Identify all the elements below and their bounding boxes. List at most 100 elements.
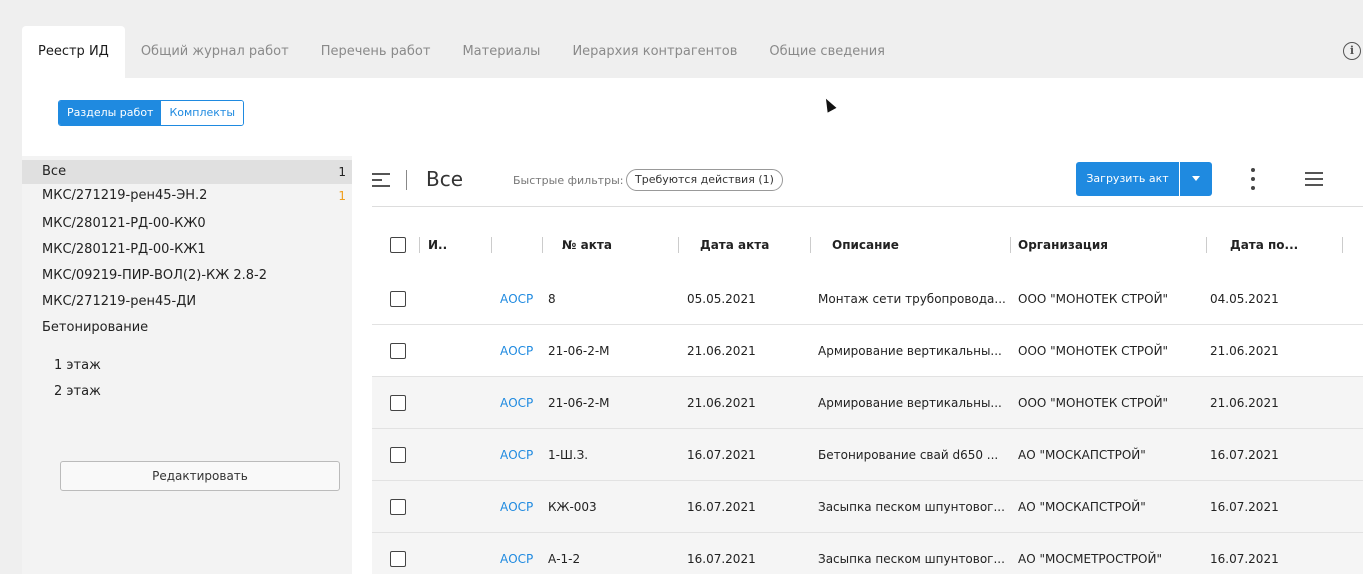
quick-filters-label: Быстрые фильтры:: [513, 174, 624, 187]
table-row[interactable]: АОСР 8 05.05.2021 Монтаж сети трубопрово…: [372, 273, 1363, 325]
column-separator: [678, 237, 679, 253]
act-number: КЖ-003: [548, 500, 597, 514]
tree-item[interactable]: МКС/280121-РД-00-КЖ1: [22, 238, 352, 262]
column-separator: [810, 237, 811, 253]
table-row[interactable]: АОСР А-1-2 16.07.2021 Засыпка песком шпу…: [372, 533, 1363, 574]
act-date-signed: 16.07.2021: [1210, 552, 1279, 566]
column-separator: [542, 237, 543, 253]
act-description: Монтаж сети трубопровода...: [818, 292, 1006, 306]
act-number: А-1-2: [548, 552, 581, 566]
info-icon[interactable]: i: [1343, 42, 1361, 60]
act-date: 16.07.2021: [687, 552, 756, 566]
column-header-type[interactable]: И..: [428, 217, 447, 273]
column-separator: [491, 237, 492, 253]
act-description: Засыпка песком шпунтовог...: [818, 500, 1005, 514]
act-type-link[interactable]: АОСР: [500, 429, 533, 481]
act-description: Засыпка песком шпунтовог...: [818, 552, 1005, 566]
act-date-signed: 04.05.2021: [1210, 292, 1279, 306]
tab-contractor-hierarchy[interactable]: Иерархия контрагентов: [556, 26, 753, 78]
table-row[interactable]: АОСР 21-06-2-М 21.06.2021 Армирование ве…: [372, 325, 1363, 377]
row-checkbox[interactable]: [390, 395, 406, 411]
select-all-checkbox[interactable]: [390, 237, 406, 253]
tab-work-list[interactable]: Перечень работ: [305, 26, 447, 78]
column-header-description[interactable]: Описание: [832, 217, 899, 273]
tree-item-all[interactable]: Все 1: [22, 160, 352, 184]
act-date-signed: 16.07.2021: [1210, 448, 1279, 462]
tab-general-journal[interactable]: Общий журнал работ: [125, 26, 305, 78]
act-type-link[interactable]: АОСР: [500, 533, 533, 574]
column-separator: [419, 237, 420, 253]
upload-act-button[interactable]: Загрузить акт: [1076, 162, 1179, 196]
view-title: Все: [426, 167, 464, 191]
tree-item[interactable]: МКС/09219-ПИР-ВОЛ(2)-КЖ 2.8-2: [22, 264, 352, 288]
tree-item-label: Все: [42, 164, 67, 179]
column-header-act-number[interactable]: № акта: [562, 217, 612, 273]
act-description: Армирование вертикальны...: [818, 396, 1002, 410]
act-date: 16.07.2021: [687, 448, 756, 462]
table-row[interactable]: АОСР 1-Ш.З. 16.07.2021 Бетонирование сва…: [372, 429, 1363, 481]
table-header: И.. № акта Дата акта Описание Организаци…: [372, 217, 1363, 273]
main-content: Разделы работ Комплекты Все 1 МКС/271219…: [22, 78, 1363, 574]
act-type-link[interactable]: АОСР: [500, 377, 533, 429]
sections-tree: Все 1 МКС/271219-рен45-ЭН.2 1 МКС/280121…: [22, 156, 352, 574]
acts-table: И.. № акта Дата акта Описание Организаци…: [372, 206, 1363, 574]
act-date-signed: 21.06.2021: [1210, 344, 1279, 358]
tree-item-label: МКС/271219-рен45-ЭН.2: [42, 188, 208, 203]
act-number: 1-Ш.З.: [548, 448, 589, 462]
column-header-organization[interactable]: Организация: [1018, 217, 1108, 273]
column-header-act-date[interactable]: Дата акта: [700, 217, 769, 273]
act-description: Армирование вертикальны...: [818, 344, 1002, 358]
act-type-link[interactable]: АОСР: [500, 325, 533, 377]
sections-toggle-button[interactable]: Разделы работ: [59, 101, 162, 125]
act-type-link[interactable]: АОСР: [500, 273, 533, 325]
table-row[interactable]: АОСР КЖ-003 16.07.2021 Засыпка песком шп…: [372, 481, 1363, 533]
tab-registry[interactable]: Реестр ИД: [22, 26, 125, 78]
collapse-sidebar-icon[interactable]: [372, 173, 390, 187]
tree-item[interactable]: 2 этаж: [22, 380, 352, 404]
tree-item-count: 1: [338, 189, 346, 203]
act-date: 21.06.2021: [687, 396, 756, 410]
tab-general-info[interactable]: Общие сведения: [753, 26, 901, 78]
row-checkbox[interactable]: [390, 499, 406, 515]
tree-item[interactable]: Бетонирование: [22, 316, 352, 340]
tabs: Реестр ИД Общий журнал работ Перечень ра…: [22, 26, 901, 78]
column-header-date-signed[interactable]: Дата по...: [1230, 217, 1298, 273]
row-checkbox[interactable]: [390, 447, 406, 463]
tree-item[interactable]: МКС/271219-рен45-ДИ: [22, 290, 352, 314]
act-date: 16.07.2021: [687, 500, 756, 514]
view-mode-toggle: Разделы работ Комплекты: [58, 100, 245, 126]
tab-materials[interactable]: Материалы: [446, 26, 556, 78]
upload-dropdown-button[interactable]: [1180, 162, 1212, 196]
table-row[interactable]: АОСР 21-06-2-М 21.06.2021 Армирование ве…: [372, 377, 1363, 429]
act-description: Бетонирование свай d650 ...: [818, 448, 999, 462]
tree-item-count: 1: [338, 165, 346, 179]
tree-item[interactable]: МКС/280121-РД-00-КЖ0: [22, 212, 352, 236]
menu-icon[interactable]: [1305, 172, 1323, 186]
act-organization: АО "МОСМЕТРОСТРОЙ": [1018, 552, 1162, 566]
act-date: 21.06.2021: [687, 344, 756, 358]
kits-toggle-button[interactable]: Комплекты: [161, 101, 244, 125]
act-organization: АО "МОСКАПСТРОЙ": [1018, 500, 1146, 514]
row-checkbox[interactable]: [390, 291, 406, 307]
caret-down-icon: [1192, 176, 1200, 181]
act-date-signed: 16.07.2021: [1210, 500, 1279, 514]
act-date: 05.05.2021: [687, 292, 756, 306]
act-type-link[interactable]: АОСР: [500, 481, 533, 533]
column-separator: [1010, 237, 1011, 253]
act-number: 21-06-2-М: [548, 344, 610, 358]
act-number: 8: [548, 292, 556, 306]
tab-bar: Реестр ИД Общий журнал работ Перечень ра…: [0, 0, 1363, 78]
act-organization: АО "МОСКАПСТРОЙ": [1018, 448, 1146, 462]
row-checkbox[interactable]: [390, 343, 406, 359]
tree-item[interactable]: МКС/271219-рен45-ЭН.2 1: [22, 184, 352, 208]
edit-button[interactable]: Редактировать: [60, 461, 340, 491]
more-vertical-icon[interactable]: [1250, 168, 1256, 190]
tree-item[interactable]: 1 этаж: [22, 354, 352, 378]
quick-filter-chip[interactable]: Требуются действия (1): [626, 169, 783, 191]
toolbar-divider: [406, 170, 407, 190]
column-separator: [1342, 237, 1343, 253]
act-date-signed: 21.06.2021: [1210, 396, 1279, 410]
row-checkbox[interactable]: [390, 551, 406, 567]
act-organization: ООО "МОНОТЕК СТРОЙ": [1018, 292, 1169, 306]
column-separator: [1206, 237, 1207, 253]
